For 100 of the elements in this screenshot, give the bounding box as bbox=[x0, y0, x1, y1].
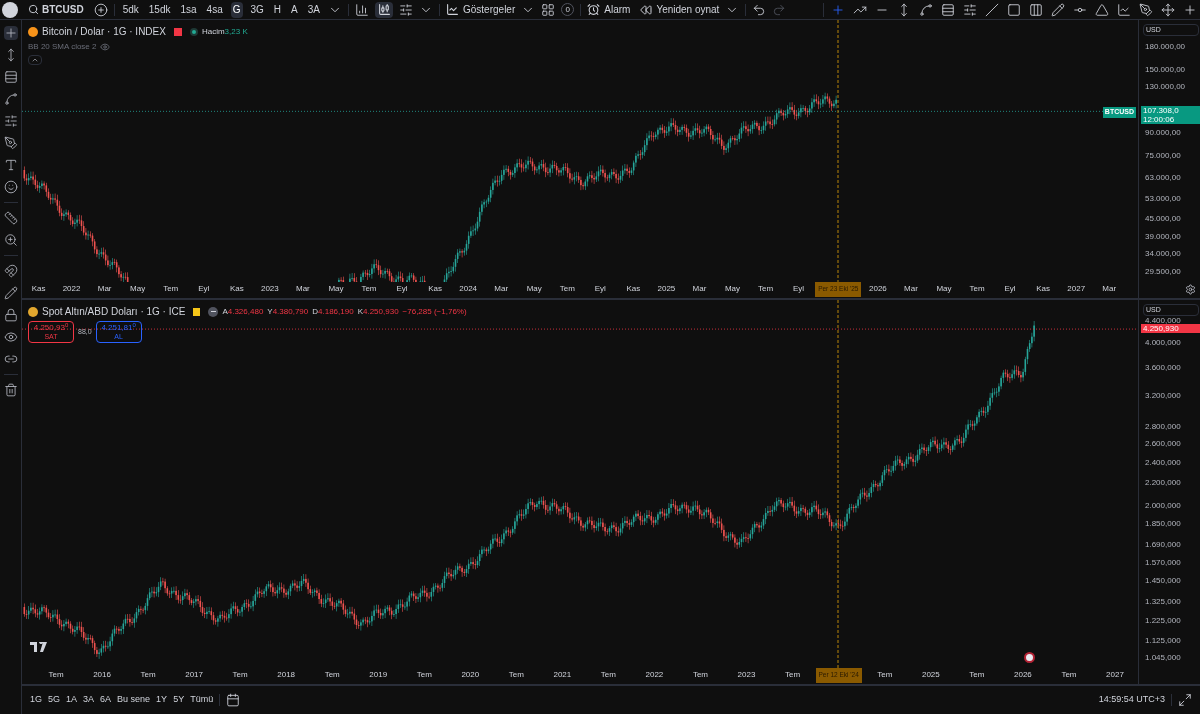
price-axis-label: 2.600,000 bbox=[1145, 439, 1181, 450]
time-axis-label: Tem bbox=[415, 669, 433, 681]
time-axis-label: Tem bbox=[47, 669, 65, 681]
time-axis-label: 2020 bbox=[460, 669, 481, 681]
time-axis-label: 2027 bbox=[1066, 283, 1087, 295]
time-axis-label: Kas bbox=[1035, 283, 1052, 295]
time-axis-label: May bbox=[723, 283, 742, 295]
price-axis-label: 1.325,000 bbox=[1145, 597, 1181, 608]
price-axis-label: 1.045,000 bbox=[1145, 652, 1181, 663]
interval-button[interactable]: 15dk bbox=[146, 1, 173, 18]
price-axis-label: 90.000,00 bbox=[1145, 128, 1181, 139]
price-axis-label: 3.600,000 bbox=[1145, 363, 1181, 374]
price-axis-label: 45.000,00 bbox=[1145, 214, 1181, 225]
time-axis-label: May bbox=[327, 283, 345, 295]
range-button[interactable]: Bu sene bbox=[117, 693, 151, 707]
interval-button[interactable]: 4sa bbox=[204, 1, 225, 18]
range-button[interactable]: 1Y bbox=[156, 693, 168, 707]
time-axis-label: Tem bbox=[231, 669, 249, 681]
price-axis-label: 4.400,000 bbox=[1145, 316, 1181, 326]
range-button[interactable]: 5G bbox=[48, 693, 61, 707]
range-button[interactable]: 5Y bbox=[173, 693, 185, 707]
time-axis-label: Mar bbox=[1101, 283, 1118, 295]
ohlc-value: Y4.380,790 bbox=[267, 305, 309, 318]
time-axis-label: 2023 bbox=[736, 669, 757, 681]
volume-label: Hacim bbox=[201, 25, 225, 38]
range-button[interactable]: 6A bbox=[100, 693, 112, 707]
time-axis-label: 2019 bbox=[368, 669, 389, 681]
time-axis-label: 2024 bbox=[458, 283, 479, 295]
time-axis-label: Tem bbox=[876, 669, 894, 681]
price-axis-label: 1.850,000 bbox=[1145, 519, 1181, 530]
time-axis-label: Tem bbox=[691, 669, 709, 681]
time-axis-label: Kas bbox=[625, 283, 642, 295]
price-axis-label: 29.500,00 bbox=[1145, 267, 1181, 277]
time-axis-label: 2018 bbox=[276, 669, 297, 681]
symbol-search-button[interactable]: BTCUSD bbox=[24, 2, 88, 17]
time-axis-label: 2026 bbox=[868, 283, 888, 295]
price-change: −76,285 (−1,76%) bbox=[402, 305, 467, 318]
chart-title[interactable]: Spot Altın/ABD Doları · 1G · ICE bbox=[42, 304, 186, 319]
ohlc-value: D4.186,190 bbox=[312, 305, 354, 318]
interval-button[interactable]: 3G bbox=[248, 1, 266, 18]
time-axis-label: Mar bbox=[903, 283, 919, 295]
time-axis-label: Kas bbox=[30, 283, 47, 295]
range-button[interactable]: Tümü bbox=[190, 693, 214, 707]
price-axis-label: 75.000,00 bbox=[1145, 150, 1181, 161]
time-axis-label: May bbox=[935, 283, 953, 295]
range-button[interactable]: 1A bbox=[66, 693, 78, 707]
alarm-button[interactable]: Alarm bbox=[587, 2, 631, 17]
price-axis-label: 34.000,00 bbox=[1145, 249, 1181, 260]
time-axis-label: Tem bbox=[599, 669, 617, 681]
time-axis-label: 2017 bbox=[184, 669, 204, 681]
time-axis-label: Mar bbox=[295, 283, 311, 295]
price-axis-label: 2.400,000 bbox=[1145, 458, 1181, 469]
time-axis-label: Tem bbox=[558, 283, 576, 295]
time-axis-label: Tem bbox=[507, 669, 525, 681]
time-axis-label: 2022 bbox=[644, 669, 665, 681]
price-axis-label: 1.690,000 bbox=[1145, 540, 1181, 551]
indicators-button[interactable]: Göstergeler bbox=[446, 2, 516, 17]
time-axis-label: Tem bbox=[360, 283, 378, 295]
time-axis-label: 2022 bbox=[61, 283, 82, 295]
price-axis-label: 2.800,000 bbox=[1145, 421, 1181, 432]
ohlc-value: K4.250,930 bbox=[357, 305, 399, 318]
time-axis-label: Kas bbox=[228, 283, 245, 295]
chart-title[interactable]: Bitcoin / Dolar · 1G · INDEX bbox=[42, 24, 166, 39]
price-axis-label: 180.000,00 bbox=[1145, 42, 1186, 52]
time-axis-label: Eyl bbox=[395, 283, 409, 295]
price-axis-label: 4.000,000 bbox=[1145, 338, 1181, 349]
time-axis-label: Tem bbox=[323, 669, 341, 681]
price-axis-label: 150.000,00 bbox=[1145, 64, 1186, 75]
interval-button[interactable]: H bbox=[271, 1, 284, 18]
price-axis-label: 1.125,000 bbox=[1145, 635, 1181, 646]
price-axis-label: 39.000,00 bbox=[1145, 232, 1181, 243]
last-price: 4.250,930 bbox=[1143, 324, 1180, 334]
replay-button[interactable]: Yeniden oynat bbox=[640, 2, 720, 17]
time-axis-label: Tem bbox=[968, 669, 986, 681]
time-axis-label: Tem bbox=[139, 669, 157, 681]
interval-button[interactable]: G bbox=[230, 1, 243, 18]
time-axis-label: 2025 bbox=[656, 283, 677, 295]
price-axis-label: 53.000,00 bbox=[1145, 194, 1181, 205]
interval-button[interactable]: 1sa bbox=[178, 1, 199, 18]
interval-button[interactable]: 3A bbox=[305, 1, 322, 18]
interval-button[interactable]: 5dk bbox=[120, 1, 141, 18]
range-button[interactable]: 1G bbox=[30, 693, 42, 707]
time-axis-label: Tem bbox=[1060, 669, 1078, 681]
time-axis-label: Mar bbox=[96, 283, 113, 295]
time-axis-label: Kas bbox=[427, 283, 443, 295]
time-axis-label: 2023 bbox=[259, 283, 280, 295]
price-axis-label: 3.200,000 bbox=[1145, 390, 1181, 401]
bar-countdown: 12:00:06 bbox=[1143, 115, 1176, 125]
ohlc-value: A4.326,480 bbox=[222, 305, 264, 318]
time-axis-label: Tem bbox=[783, 669, 802, 681]
time-axis-label: 2026 bbox=[1013, 669, 1033, 681]
indicator-label[interactable]: BB 20 SMA close 2 bbox=[28, 41, 97, 53]
price-axis-label: 1.570,000 bbox=[1145, 557, 1181, 568]
interval-button[interactable]: A bbox=[289, 1, 300, 18]
time-axis-label: Tem bbox=[968, 283, 986, 295]
price-axis-label: 2.000,000 bbox=[1145, 500, 1181, 511]
range-button[interactable]: 3A bbox=[83, 693, 95, 707]
time-axis-label: 2025 bbox=[920, 669, 941, 681]
clock-time[interactable]: 14:59:54 UTC+3 bbox=[1098, 693, 1165, 707]
volume-value: 3,23 K bbox=[224, 25, 248, 38]
